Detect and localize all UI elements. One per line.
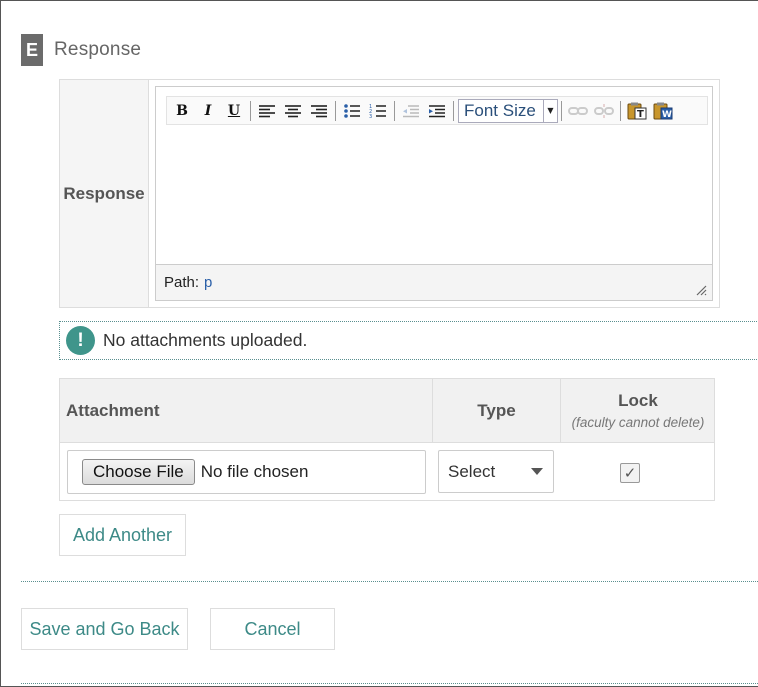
chevron-down-icon[interactable]: ▼ — [543, 99, 557, 122]
align-center-icon[interactable] — [280, 99, 306, 122]
attachment-table-header: Attachment Type Lock (faculty cannot del… — [60, 379, 714, 443]
divider — [21, 683, 758, 684]
editor-toolbar: B I U 123 Font Size ▼ T W — [166, 96, 708, 125]
save-and-go-back-button[interactable]: Save and Go Back — [21, 608, 188, 650]
bold-button[interactable]: B — [169, 99, 195, 122]
column-header-attachment: Attachment — [60, 379, 433, 442]
paste-word-icon[interactable]: W — [650, 99, 676, 122]
rich-text-editor[interactable]: B I U 123 Font Size ▼ T W Path: p — [155, 86, 713, 301]
italic-button[interactable]: I — [195, 99, 221, 122]
unlink-icon[interactable] — [591, 99, 617, 122]
response-label: Response — [60, 80, 149, 307]
outdent-icon[interactable] — [398, 99, 424, 122]
toolbar-separator — [620, 100, 621, 121]
notice-text: No attachments uploaded. — [103, 330, 308, 350]
file-status-text: No file chosen — [200, 462, 309, 481]
type-select-value: Select — [448, 461, 496, 481]
section-header: E Response — [21, 34, 141, 66]
column-header-lock: Lock (faculty cannot delete) — [561, 379, 715, 442]
type-select[interactable]: Select — [438, 450, 554, 493]
toolbar-separator — [453, 100, 454, 121]
lock-checkbox[interactable]: ✓ — [620, 463, 640, 483]
svg-text:T: T — [637, 109, 644, 120]
attachments-notice: ! No attachments uploaded. — [59, 321, 758, 360]
toolbar-separator — [250, 100, 251, 121]
numbered-list-icon[interactable]: 123 — [365, 99, 391, 122]
cancel-button[interactable]: Cancel — [210, 608, 335, 650]
resize-grip-icon[interactable] — [695, 284, 707, 296]
toolbar-separator — [335, 100, 336, 121]
choose-file-button[interactable]: Choose File — [82, 459, 195, 485]
underline-button[interactable]: U — [221, 99, 247, 122]
checkmark-icon: ✓ — [623, 464, 637, 482]
chevron-down-icon — [531, 468, 543, 475]
svg-text:3: 3 — [369, 114, 372, 119]
file-input[interactable]: Choose File No file chosen — [67, 450, 426, 494]
svg-text:W: W — [662, 110, 672, 120]
column-header-type: Type — [433, 379, 561, 442]
response-editor-cell: B I U 123 Font Size ▼ T W Path: p — [149, 80, 719, 307]
divider — [21, 581, 758, 582]
lock-header-label: Lock — [618, 391, 658, 410]
align-right-icon[interactable] — [306, 99, 332, 122]
toolbar-separator — [394, 100, 395, 121]
bullet-list-icon[interactable] — [339, 99, 365, 122]
font-size-dropdown[interactable]: Font Size ▼ — [458, 98, 558, 123]
path-label: Path: — [164, 274, 200, 291]
lock-header-note: (faculty cannot delete) — [571, 415, 705, 430]
toolbar-separator — [561, 100, 562, 121]
paste-text-icon[interactable]: T — [624, 99, 650, 122]
link-icon[interactable] — [565, 99, 591, 122]
indent-icon[interactable] — [424, 99, 450, 122]
exclamation-icon: ! — [66, 326, 95, 355]
section-letter-badge: E — [21, 34, 43, 66]
attachment-table: Attachment Type Lock (faculty cannot del… — [59, 378, 715, 501]
response-field-row: Response B I U 1 2 3 Font Size ▼ T W Pat… — [59, 79, 720, 308]
align-left-icon[interactable] — [254, 99, 280, 122]
font-size-label: Font Size — [464, 100, 536, 120]
path-element-link[interactable]: p — [204, 274, 212, 291]
section-title: Response — [54, 39, 142, 60]
add-another-button[interactable]: Add Another — [59, 514, 186, 556]
editor-path-bar: Path: p — [156, 264, 712, 300]
